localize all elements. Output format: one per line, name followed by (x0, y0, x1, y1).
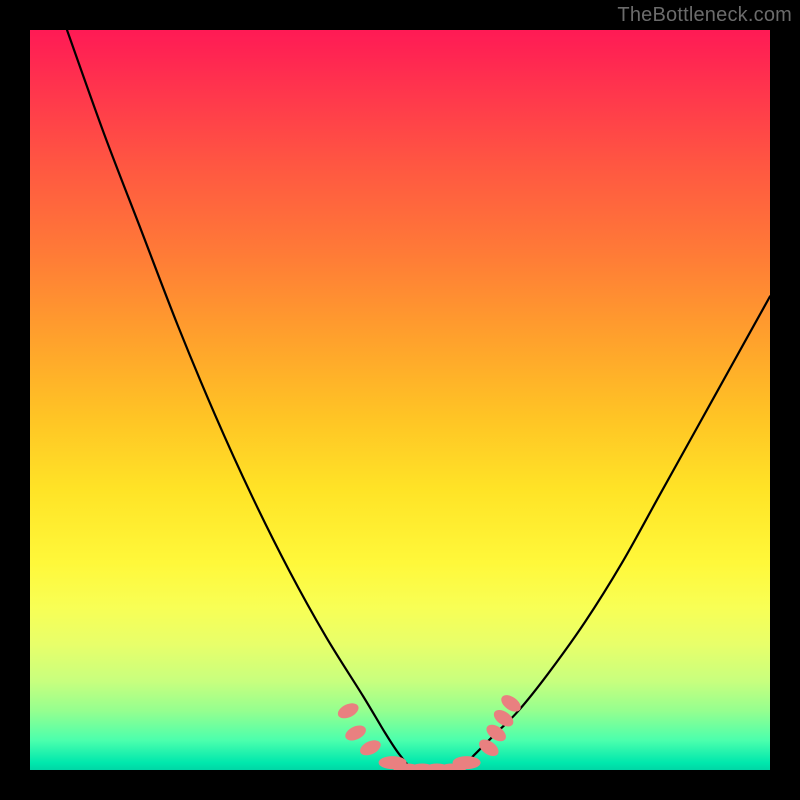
chart-svg (30, 30, 770, 770)
highlight-dot (335, 700, 360, 721)
watermark-text: TheBottleneck.com (617, 4, 792, 27)
outer-frame: TheBottleneck.com (0, 0, 800, 800)
highlight-dot (358, 737, 383, 758)
highlight-dot (453, 756, 481, 769)
bottleneck-curve (67, 30, 770, 770)
highlight-dot (343, 722, 368, 743)
plot-area (30, 30, 770, 770)
highlight-dots (335, 692, 523, 770)
